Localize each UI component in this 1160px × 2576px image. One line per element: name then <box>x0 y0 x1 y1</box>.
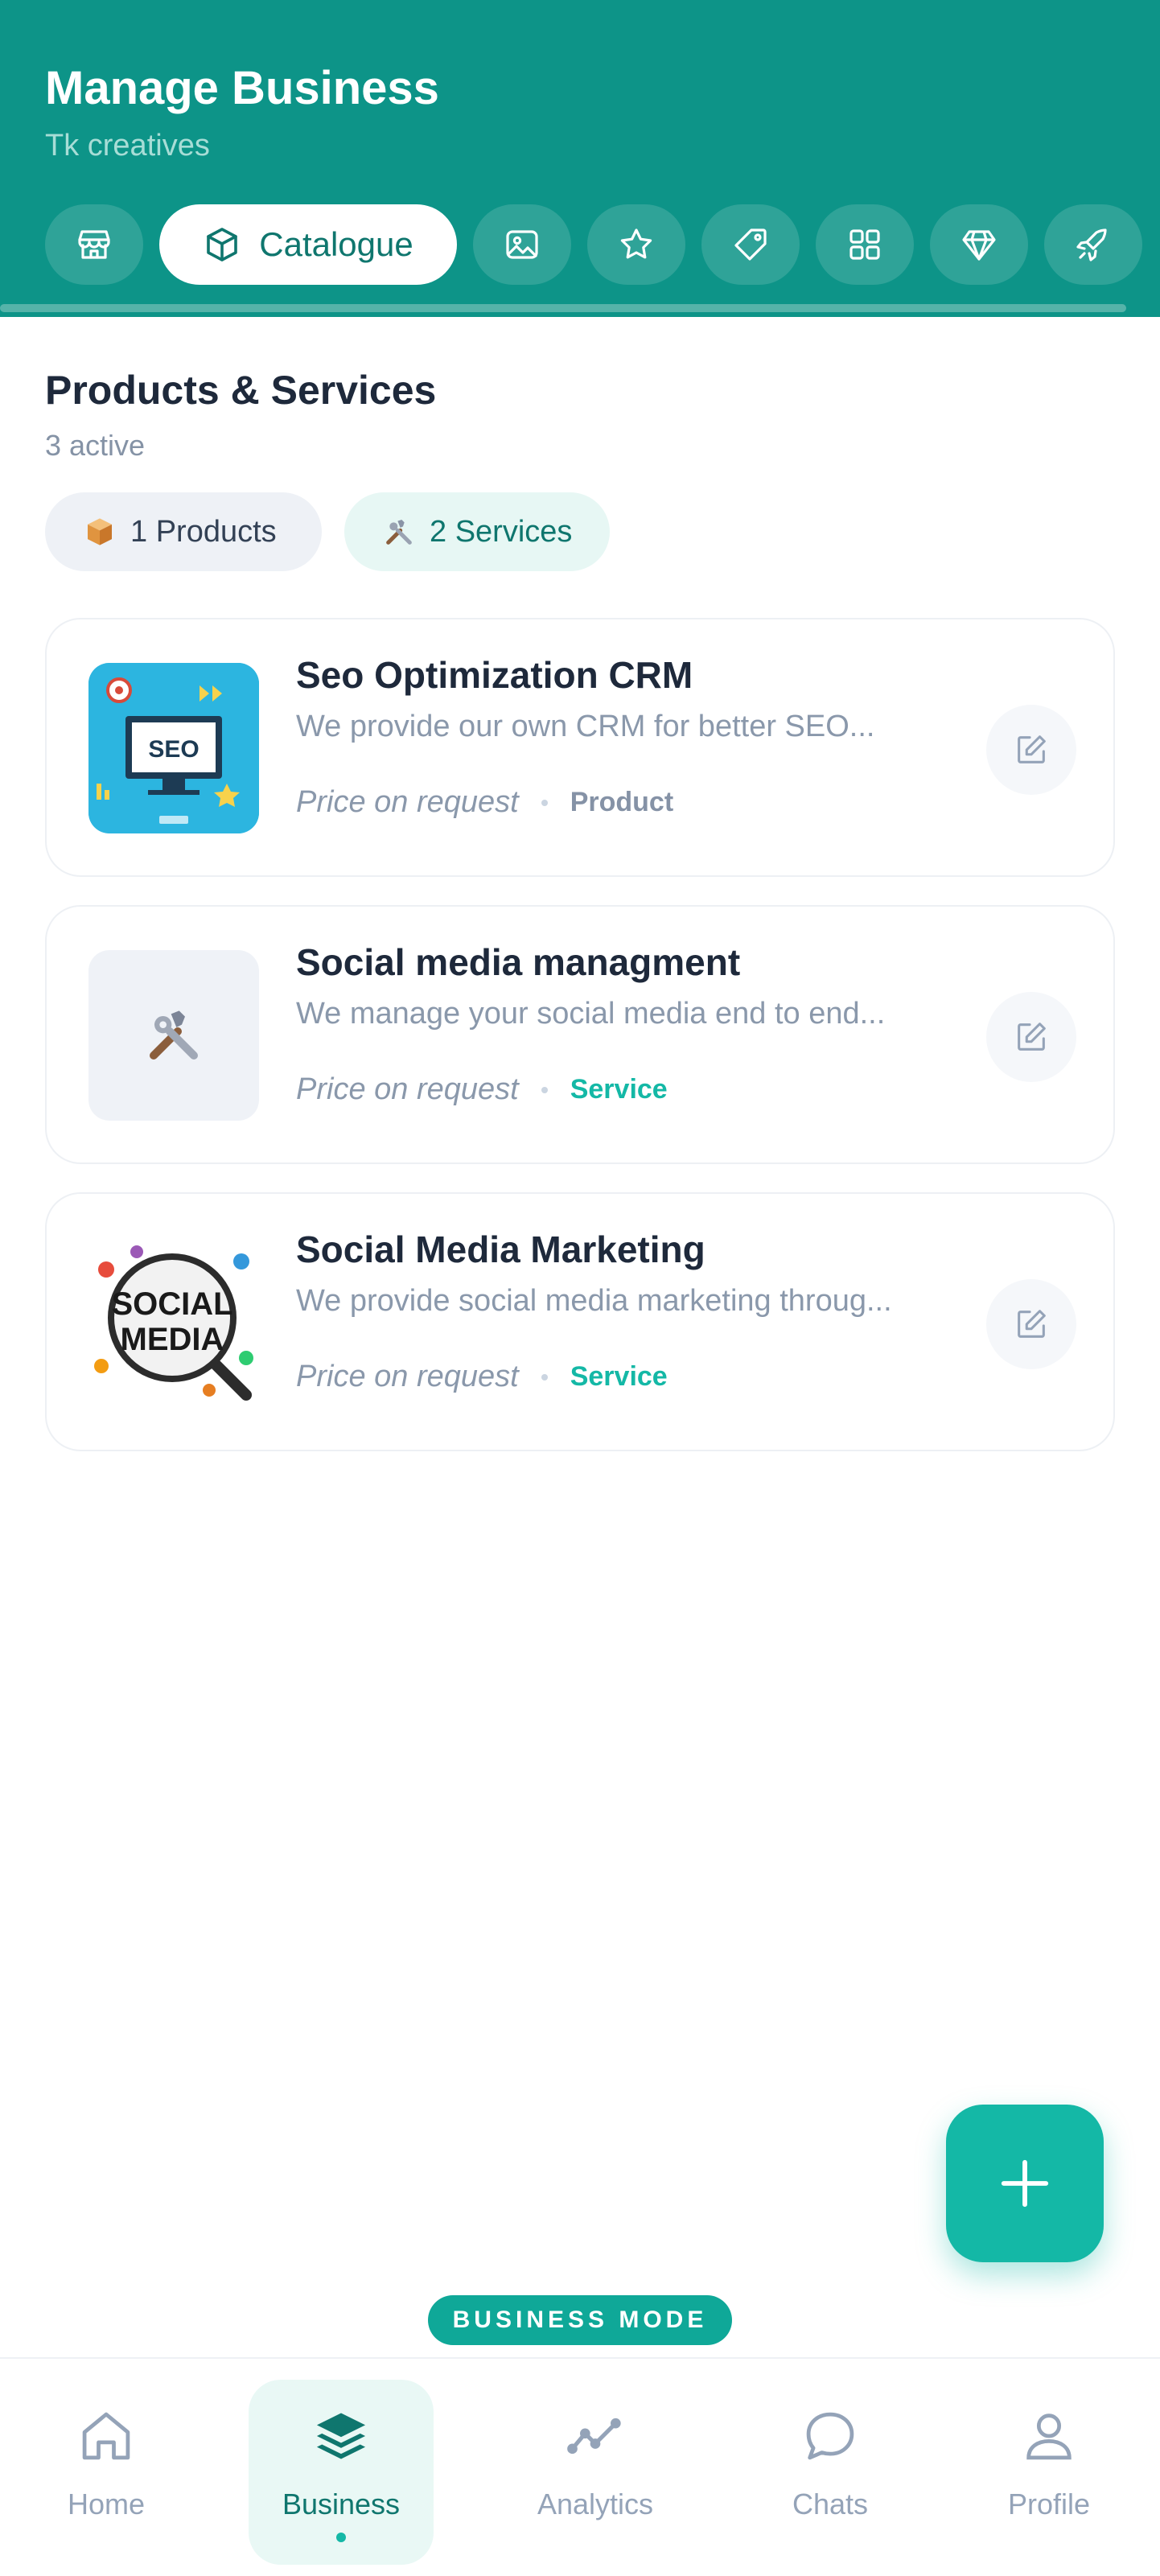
tab-offers[interactable] <box>701 204 800 285</box>
tab-gallery[interactable] <box>473 204 571 285</box>
diamond-icon <box>962 230 996 261</box>
item-description: We provide social media marketing throug… <box>296 1284 892 1318</box>
edit-icon <box>1018 1023 1046 1051</box>
section-title: Products & Services <box>45 368 437 413</box>
analytics-icon <box>567 2418 621 2455</box>
services-filter-chip[interactable]: 2 Services <box>344 492 610 571</box>
tools-icon <box>386 520 412 545</box>
separator-dot <box>541 799 548 806</box>
edit-item-button[interactable] <box>986 1279 1076 1369</box>
nav-business-label: Business <box>282 2488 401 2520</box>
item-meta: Price on request Product <box>296 785 673 820</box>
catalogue-item[interactable]: SEO Seo Optimization CRM We provide our … <box>45 618 1115 877</box>
item-price: Price on request <box>296 1072 519 1106</box>
app-header: Manage Business Tk creatives Catalogue <box>0 0 1160 317</box>
rocket-icon <box>1076 228 1107 261</box>
item-type: Service <box>570 1074 668 1105</box>
chat-bubble-icon <box>806 2412 854 2460</box>
business-mode-badge: BUSINESS MODE <box>428 2295 732 2345</box>
item-description: We manage your social media end to end..… <box>296 997 886 1031</box>
nav-chats-label: Chats <box>792 2488 869 2520</box>
catalogue-item[interactable]: SOCIAL MEDIA Social Media Marketing We p… <box>45 1192 1115 1451</box>
nav-analytics-label: Analytics <box>537 2488 654 2520</box>
seo-thumb-text: SEO <box>148 736 199 763</box>
services-chip-label: 2 Services <box>430 514 573 549</box>
social-thumb-text: SOCIAL <box>111 1286 232 1322</box>
products-chip-label: 1 Products <box>130 514 277 549</box>
catalogue-item[interactable]: Social media managment We manage your so… <box>45 905 1115 1164</box>
item-description: We provide our own CRM for better SEO... <box>296 710 875 743</box>
home-icon <box>82 2412 130 2460</box>
tab-catalogue[interactable]: Catalogue <box>159 204 457 285</box>
nav-home[interactable]: Home <box>50 2380 162 2565</box>
bottom-navigation: Home Business Analytics Chats Profile <box>0 2357 1160 2576</box>
products-filter-chip[interactable]: 1 Products <box>45 492 322 571</box>
active-count: 3 active <box>45 429 146 462</box>
social-media-illustration: SOCIAL MEDIA <box>88 1237 259 1408</box>
box-icon <box>207 228 238 261</box>
item-type: Service <box>570 1361 668 1392</box>
separator-dot <box>541 1086 548 1093</box>
item-name: Seo Optimization CRM <box>296 654 693 696</box>
image-icon <box>506 230 538 259</box>
edit-item-button[interactable] <box>986 705 1076 795</box>
star-icon <box>620 228 652 259</box>
item-thumbnail: SEO <box>88 663 259 833</box>
add-item-button[interactable] <box>946 2105 1104 2262</box>
item-thumbnail <box>88 950 259 1121</box>
tab-reviews[interactable] <box>587 204 685 285</box>
nav-home-label: Home <box>67 2488 146 2520</box>
storefront-icon <box>78 230 110 259</box>
tab-boost[interactable] <box>1044 204 1142 285</box>
nav-profile[interactable]: Profile <box>993 2380 1105 2565</box>
nav-chats[interactable]: Chats <box>774 2380 886 2565</box>
item-name: Social Media Marketing <box>296 1228 705 1270</box>
active-indicator <box>336 2533 346 2542</box>
item-name: Social media managment <box>296 941 741 983</box>
tag-icon <box>734 228 767 261</box>
page-title: Manage Business <box>45 62 439 114</box>
edit-icon <box>1018 735 1046 763</box>
seo-illustration: SEO <box>88 663 259 833</box>
item-thumbnail: SOCIAL MEDIA <box>88 1237 259 1408</box>
nav-analytics[interactable]: Analytics <box>523 2380 668 2565</box>
user-icon <box>1026 2413 1072 2460</box>
tabs-scrollbar[interactable] <box>0 304 1126 312</box>
tab-premium[interactable] <box>930 204 1028 285</box>
item-price: Price on request <box>296 785 519 819</box>
separator-dot <box>541 1373 548 1381</box>
section-tabs: Catalogue <box>45 204 1142 285</box>
item-type: Product <box>570 787 674 817</box>
business-name: Tk creatives <box>45 129 210 163</box>
nav-profile-label: Profile <box>1007 2488 1091 2520</box>
tools-icon <box>150 1010 198 1060</box>
plus-icon <box>1001 2159 1049 2208</box>
tab-store[interactable] <box>45 204 143 285</box>
item-meta: Price on request Service <box>296 1072 668 1107</box>
nav-business[interactable]: Business <box>249 2380 434 2565</box>
media-thumb-text: MEDIA <box>121 1322 224 1357</box>
edit-item-button[interactable] <box>986 992 1076 1082</box>
tab-catalogue-label: Catalogue <box>259 225 413 263</box>
package-icon <box>88 518 112 545</box>
item-price: Price on request <box>296 1360 519 1393</box>
layers-icon <box>316 2413 366 2459</box>
edit-icon <box>1018 1310 1046 1338</box>
tab-categories[interactable] <box>816 204 914 285</box>
grid-icon <box>849 229 880 260</box>
item-meta: Price on request Service <box>296 1360 668 1394</box>
filter-chips: 1 Products 2 Services <box>45 492 610 571</box>
